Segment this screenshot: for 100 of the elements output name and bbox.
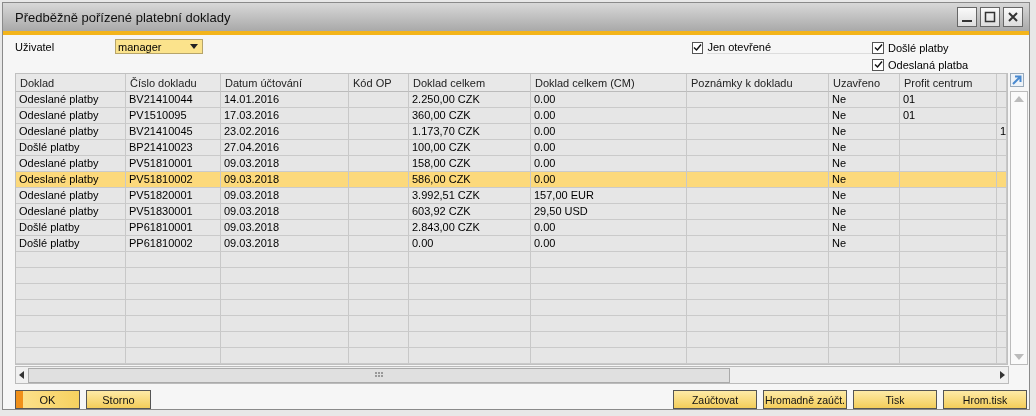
table-cell: 27.04.2016 [221,140,349,156]
table-cell: PV51810002 [126,172,221,188]
checkbox[interactable] [872,58,884,71]
checkbox[interactable] [692,41,704,54]
table-cell: 01 [900,108,997,124]
table-cell: Došlé platby [16,220,126,236]
minimize-button[interactable] [957,7,977,27]
table-cell [829,252,900,268]
action-button[interactable]: Hrom.tisk [943,390,1027,409]
table-cell [349,92,409,108]
table-cell: Odeslané platby [16,188,126,204]
table-cell: 09.03.2018 [221,236,349,252]
table-cell: 100,00 CZK [409,140,531,156]
table-cell [349,156,409,172]
minimize-icon [962,20,972,22]
column-header[interactable]: Uzavřeno [829,74,900,92]
table-cell: PP61810002 [126,236,221,252]
column-header[interactable]: Kód OP [349,74,409,92]
table-cell [349,252,409,268]
table-cell: 1 [997,124,1007,140]
table-cell: Došlé platby [16,140,126,156]
table-cell [349,172,409,188]
column-header[interactable]: Profit centrum [900,74,997,92]
grip-icon [375,372,383,378]
checkbox[interactable] [872,41,884,54]
table-cell [829,268,900,284]
table-cell [829,300,900,316]
table-cell: 09.03.2018 [221,204,349,220]
table-cell [349,204,409,220]
table-cell [349,188,409,204]
table-cell: Ne [829,124,900,140]
table-cell [349,300,409,316]
horizontal-scrollbar[interactable] [15,366,1009,384]
table-cell: PP61810001 [126,220,221,236]
user-dropdown[interactable]: manager [115,39,203,54]
maximize-icon [984,11,996,23]
table-cell: 0.00 [531,92,687,108]
column-header[interactable]: Číslo dokladu [126,74,221,92]
table-cell: 3.992,51 CZK [409,188,531,204]
table-cell: 586,00 CZK [409,172,531,188]
table-cell [829,316,900,332]
expand-arrow-icon[interactable] [1010,73,1024,87]
column-header[interactable]: Doklad celkem (CM) [531,74,687,92]
table-cell [349,220,409,236]
action-button[interactable]: Zaúčtovat [673,390,757,409]
close-button[interactable] [1003,7,1023,27]
table-cell: BV21410044 [126,92,221,108]
table-cell [349,124,409,140]
scrollbar-thumb[interactable] [28,367,730,383]
column-header[interactable]: Doklad [16,74,126,92]
table-cell: Ne [829,188,900,204]
table-cell: 0.00 [531,124,687,140]
action-button[interactable]: Hromadně zaúčt. [763,390,847,409]
caret-icon [190,44,198,49]
action-button[interactable]: OK [15,390,80,409]
window-title: Předběžně pořízené platební doklady [15,9,232,25]
table-cell: 01 [900,92,997,108]
table-cell [829,284,900,300]
table-cell: PV51830001 [126,204,221,220]
table-cell: 2.250,00 CZK [409,92,531,108]
table-cell: Ne [829,236,900,252]
action-button[interactable]: Tisk [853,390,937,409]
checkbox-label: Odeslaná platba [888,58,969,71]
table-cell: Ne [829,172,900,188]
table-cell [829,332,900,348]
table-cell: BP21410023 [126,140,221,156]
column-header[interactable]: Poznámky k dokladu [687,74,829,92]
table-cell [349,332,409,348]
table-cell: 0.00 [531,172,687,188]
close-icon [1007,11,1019,23]
column-header[interactable]: Datum účtování [221,74,349,92]
table-cell: 09.03.2018 [221,220,349,236]
table-cell: PV1510095 [126,108,221,124]
table-cell: 09.03.2018 [221,188,349,204]
column-header[interactable]: Doklad celkem [409,74,531,92]
table-cell [349,284,409,300]
table-cell: 17.03.2016 [221,108,349,124]
table-cell: 360,00 CZK [409,108,531,124]
table-cell: Ne [829,220,900,236]
table-cell: Odeslané platby [16,204,126,220]
table-cell: PV51810001 [126,156,221,172]
maximize-button[interactable] [980,7,1000,27]
table-cell: 0.00 [531,108,687,124]
table-cell: 157,00 EUR [531,188,687,204]
table-cell: Odeslané platby [16,108,126,124]
table-cell: 0.00 [531,140,687,156]
table-cell: 603,92 CZK [409,204,531,220]
table-cell: Ne [829,92,900,108]
table-cell: Odeslané platby [16,124,126,140]
table-cell: PV51820001 [126,188,221,204]
table-cell: Ne [829,140,900,156]
table-cell: Odeslané platby [16,172,126,188]
user-label: Uživatel [15,40,56,55]
table-cell: 0.00 [531,236,687,252]
table-cell: 09.03.2018 [221,172,349,188]
action-button[interactable]: Storno [86,390,151,409]
table-cell [349,316,409,332]
table-cell: 0.00 [409,236,531,252]
table-cell: 09.03.2018 [221,156,349,172]
check-icon [693,43,703,52]
